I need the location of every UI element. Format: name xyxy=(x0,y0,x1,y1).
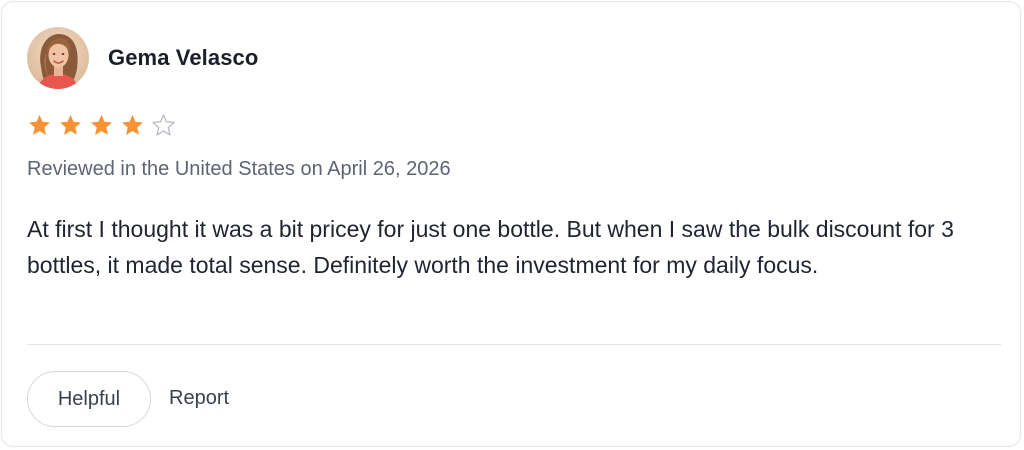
star-filled-icon xyxy=(58,113,83,138)
star-filled-icon xyxy=(27,113,52,138)
review-meta: Reviewed in the United States on April 2… xyxy=(27,158,451,180)
helpful-button[interactable]: Helpful xyxy=(27,371,151,427)
divider xyxy=(27,344,1001,345)
review-body: At first I thought it was a bit pricey f… xyxy=(27,216,954,278)
review-header: Gema Velasco xyxy=(27,27,258,89)
star-rating xyxy=(27,113,176,138)
review-card: Gema Velasco Reviewed in the United Stat… xyxy=(1,1,1021,447)
avatar-photo-icon xyxy=(27,27,89,89)
avatar xyxy=(27,27,89,89)
star-filled-icon xyxy=(120,113,145,138)
reviewer-name: Gema Velasco xyxy=(108,45,259,70)
star-filled-icon xyxy=(89,113,114,138)
report-link[interactable]: Report xyxy=(169,387,229,410)
star-empty-icon xyxy=(151,113,176,138)
